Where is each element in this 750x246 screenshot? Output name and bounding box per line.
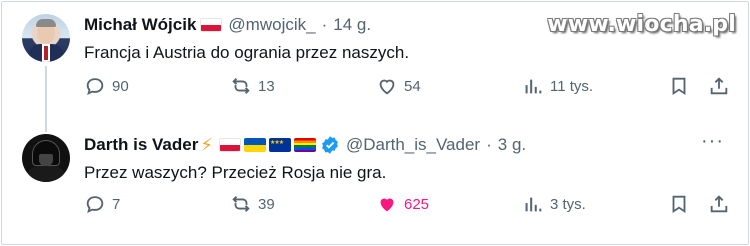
reply-count: 90 [112,77,129,95]
like-button[interactable]: 625 [376,193,429,215]
views-count: 11 tys. [550,77,594,95]
eu-flag-icon [268,138,291,152]
tweet-reply[interactable]: Darth is Vader ⚡ @Darth_is_Vader · 3 g. … [22,131,730,238]
poland-flag-icon [200,18,223,32]
author-handle[interactable]: @Darth_is_Vader [346,135,480,155]
tweet-text: Przez waszych? Przecież Rosja nie gra. [84,163,387,182]
avatar[interactable] [22,134,70,182]
retweet-button[interactable]: 39 [230,193,275,215]
heart-icon [379,79,395,95]
bookmark-button[interactable] [668,75,690,97]
like-count: 54 [404,77,421,95]
tweet-original[interactable]: Michał Wójcik @mwojcik_ · 14 g. Francja … [22,14,730,126]
share-icon [710,195,728,213]
like-button[interactable]: 54 [376,75,421,97]
analytics-icon [525,197,542,212]
poland-flag-icon [218,138,241,152]
bookmark-icon [672,195,686,214]
analytics-icon [525,79,542,94]
lightning-icon: ⚡ [200,134,213,155]
views-count: 3 tys. [550,195,586,213]
author-handle[interactable]: @mwojcik_ [228,15,315,35]
share-icon [710,77,728,95]
separator: · [321,15,328,34]
retweet-count: 39 [258,195,275,213]
retweet-icon [232,196,250,212]
reply-button[interactable]: 7 [84,193,120,215]
retweet-count: 13 [258,77,275,95]
reply-button[interactable]: 90 [84,75,129,97]
reply-icon [86,78,104,95]
bookmark-icon [672,77,686,96]
timestamp[interactable]: 14 g. [333,15,371,35]
retweet-icon [232,78,250,94]
bookmark-button[interactable] [668,193,690,215]
avatar[interactable] [22,14,70,62]
share-button[interactable] [708,193,730,215]
ukraine-flag-icon [243,138,266,152]
heart-filled-icon [380,198,394,212]
views-button[interactable]: 11 tys. [522,75,593,97]
tweet-text: Francja i Austria do ograniа przez naszy… [84,43,410,62]
views-button[interactable]: 3 tys. [522,193,586,215]
separator: · [486,135,492,154]
reply-icon [86,196,104,213]
timestamp[interactable]: 3 g. [498,135,526,155]
retweet-button[interactable]: 13 [230,75,275,97]
rainbow-flag-icon [293,138,316,152]
share-button[interactable] [708,75,730,97]
like-count: 625 [404,195,430,213]
author-name[interactable]: Michał Wójcik [84,15,196,35]
reply-count: 7 [112,195,121,213]
verified-badge-icon[interactable] [320,135,340,155]
more-options-button[interactable]: ··· [701,131,724,151]
author-name[interactable]: Darth is Vader [84,135,198,155]
